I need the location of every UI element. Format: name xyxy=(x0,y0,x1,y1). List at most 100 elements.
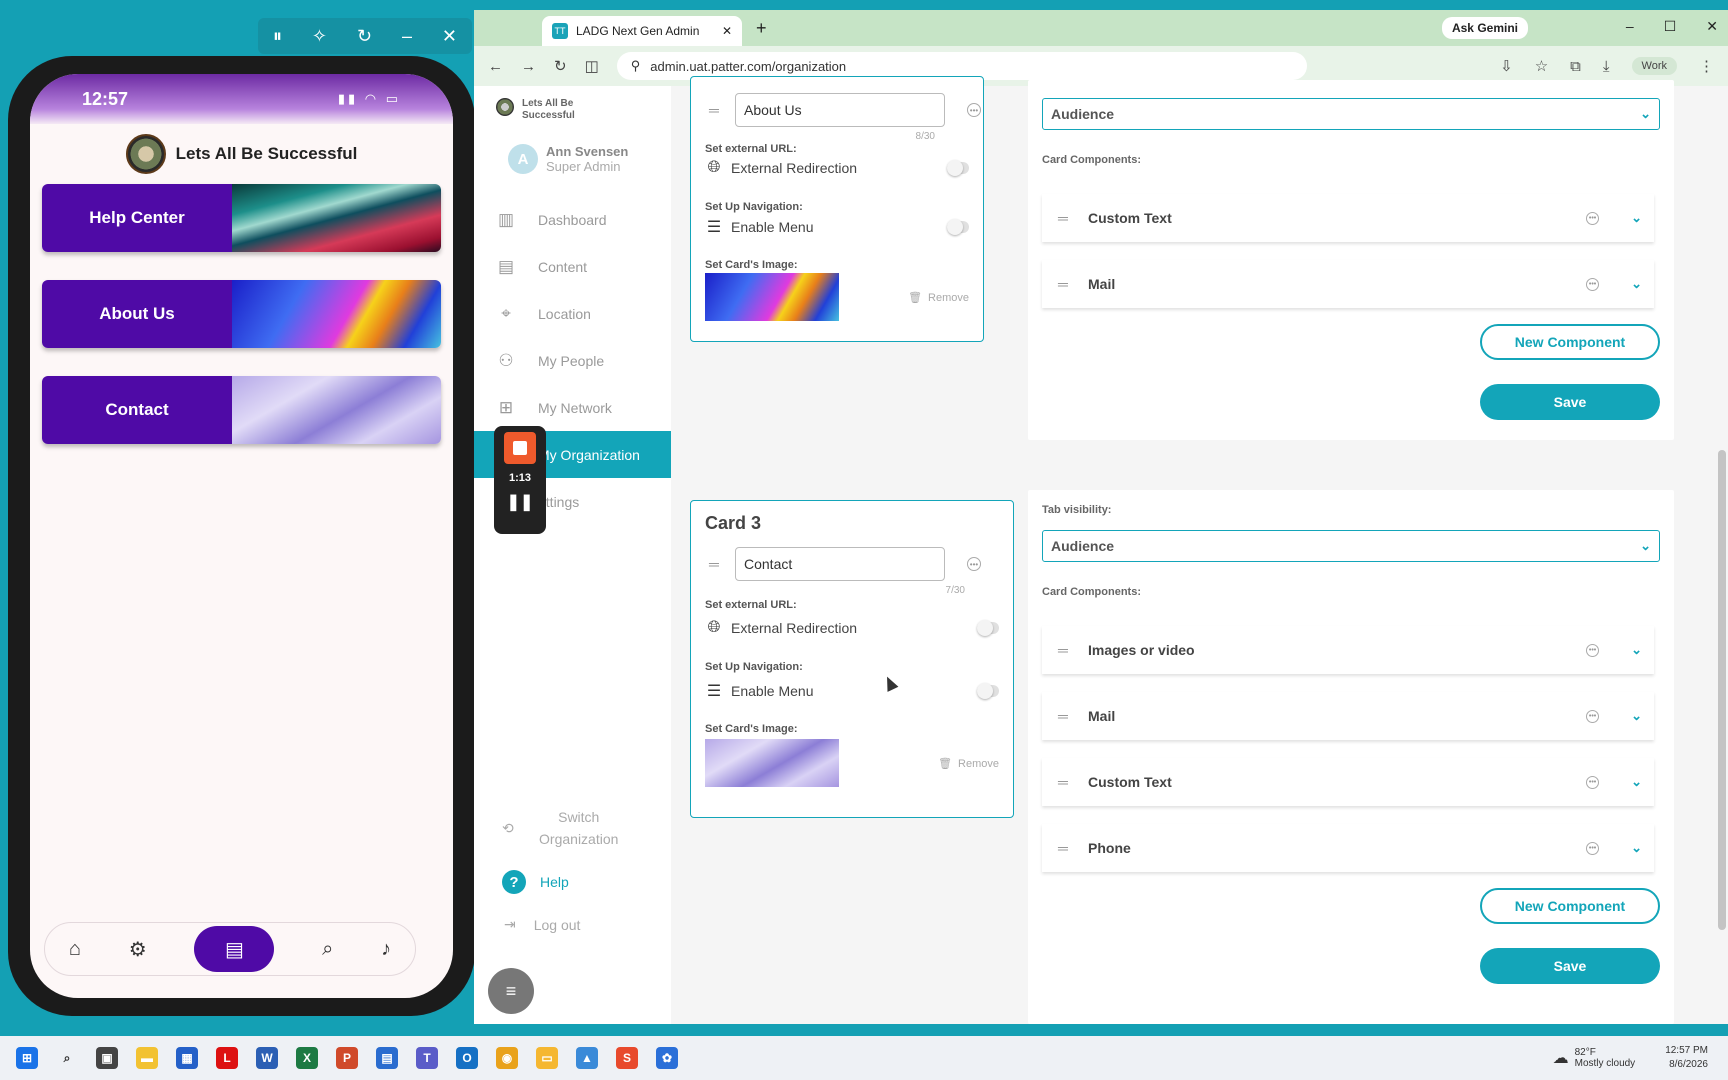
more-options-icon[interactable]: ••• xyxy=(967,103,981,117)
split-view-icon[interactable]: ◫ xyxy=(585,57,599,75)
weather-widget[interactable]: ☁ 82°F Mostly cloudy xyxy=(1553,1047,1636,1069)
drag-handle-icon[interactable]: ═ xyxy=(1054,840,1072,856)
browser-tab[interactable]: TT LADG Next Gen Admin ✕ xyxy=(542,16,742,46)
settings-icon[interactable]: ⚙ xyxy=(129,937,147,962)
home-icon[interactable]: ⌂ xyxy=(69,938,81,961)
save-button[interactable]: Save xyxy=(1480,384,1660,420)
card-name-input[interactable] xyxy=(735,547,945,581)
remove-image-button[interactable]: 🗑︎ Remove xyxy=(938,757,999,771)
install-icon[interactable]: ⇩ xyxy=(1500,57,1513,75)
component-row[interactable]: ═ Custom Text ••• ⌄ xyxy=(1042,194,1654,242)
sidebar-item-content[interactable]: ▤ Content xyxy=(474,243,671,290)
reload-icon[interactable]: ↻ xyxy=(554,57,567,75)
more-options-icon[interactable]: ••• xyxy=(1586,709,1600,723)
new-tab-button[interactable]: + xyxy=(756,18,767,39)
collapse-sidebar-button[interactable]: ≡ xyxy=(488,968,534,1014)
extensions-icon[interactable]: ⧉ xyxy=(1570,58,1581,75)
more-options-icon[interactable]: ••• xyxy=(1586,643,1600,657)
remove-image-button[interactable]: 🗑︎ Remove xyxy=(908,291,969,305)
drag-handle-icon[interactable]: ═ xyxy=(705,102,723,118)
audience-dropdown[interactable]: Audience ⌄ xyxy=(1042,530,1660,562)
app-icon[interactable]: ▲ xyxy=(576,1047,598,1069)
store-icon[interactable]: ▦ xyxy=(176,1047,198,1069)
menu-icon[interactable]: ⋮ xyxy=(1699,57,1714,75)
component-row[interactable]: ═ Phone ••• ⌄ xyxy=(1042,824,1654,872)
tab-close-icon[interactable]: ✕ xyxy=(722,24,732,38)
logout-link[interactable]: ⇥ Log out xyxy=(504,916,580,933)
drag-handle-icon[interactable]: ═ xyxy=(1054,642,1072,658)
stop-recording-button[interactable] xyxy=(504,432,536,464)
task-view-icon[interactable]: ▣ xyxy=(96,1047,118,1069)
back-icon[interactable]: ← xyxy=(488,58,503,75)
enable-menu-toggle[interactable] xyxy=(947,219,969,235)
rotate-icon[interactable]: ↻ xyxy=(357,26,372,47)
chevron-down-icon[interactable]: ⌄ xyxy=(1631,708,1642,724)
save-button[interactable]: Save xyxy=(1480,948,1660,984)
drag-handle-icon[interactable]: ═ xyxy=(1054,708,1072,724)
search-icon[interactable]: ⌕ xyxy=(56,1047,78,1069)
chevron-down-icon[interactable]: ⌄ xyxy=(1631,276,1642,292)
outlook-icon[interactable]: O xyxy=(456,1047,478,1069)
book-icon[interactable]: ▤ xyxy=(194,926,275,972)
app-icon[interactable]: ▤ xyxy=(376,1047,398,1069)
chevron-down-icon[interactable]: ⌄ xyxy=(1631,840,1642,856)
app-l-icon[interactable]: L xyxy=(216,1047,238,1069)
profile-button[interactable]: Work xyxy=(1631,57,1677,75)
card-image-thumbnail[interactable] xyxy=(705,739,839,787)
app-icon[interactable]: ✿ xyxy=(656,1047,678,1069)
drag-handle-icon[interactable]: ═ xyxy=(1054,774,1072,790)
drag-handle-icon[interactable]: ═ xyxy=(1054,276,1072,292)
more-options-icon[interactable]: ••• xyxy=(1586,277,1600,291)
phone-card-help-center[interactable]: Help Center xyxy=(42,184,441,252)
more-options-icon[interactable]: ••• xyxy=(967,557,981,571)
switch-organization-button[interactable]: ⟲ Switch Organization xyxy=(502,806,624,850)
ask-gemini-button[interactable]: Ask Gemini xyxy=(1441,17,1528,39)
powerpoint-icon[interactable]: P xyxy=(336,1047,358,1069)
drag-handle-icon[interactable]: ═ xyxy=(705,556,723,572)
forward-icon[interactable]: → xyxy=(521,58,536,75)
close-icon[interactable]: ✕ xyxy=(442,26,457,47)
close-icon[interactable]: ✕ xyxy=(1706,18,1718,35)
card-image-thumbnail[interactable] xyxy=(705,273,839,321)
minimize-icon[interactable]: – xyxy=(402,26,412,47)
audience-dropdown[interactable]: Audience ⌄ xyxy=(1042,98,1660,130)
start-icon[interactable]: ⊞ xyxy=(16,1047,38,1069)
download-icon[interactable]: ⤓ xyxy=(1603,58,1610,75)
more-options-icon[interactable]: ••• xyxy=(1586,841,1600,855)
new-component-button[interactable]: New Component xyxy=(1480,324,1660,360)
card-name-input[interactable] xyxy=(735,93,945,127)
file-explorer-icon[interactable]: ▬ xyxy=(136,1047,158,1069)
sidebar-item-location[interactable]: ⌖ Location xyxy=(474,290,671,337)
component-row[interactable]: ═ Mail ••• ⌄ xyxy=(1042,260,1654,308)
external-redirection-toggle[interactable] xyxy=(977,620,999,636)
excel-icon[interactable]: X xyxy=(296,1047,318,1069)
scrollbar-thumb[interactable] xyxy=(1718,450,1726,930)
pin-icon[interactable]: ✧ xyxy=(312,26,327,47)
sidebar-item-my-network[interactable]: ⊞ My Network xyxy=(474,384,671,431)
more-options-icon[interactable]: ••• xyxy=(1586,775,1600,789)
component-row[interactable]: ═ Mail ••• ⌄ xyxy=(1042,692,1654,740)
chrome-icon[interactable]: ◉ xyxy=(496,1047,518,1069)
bell-icon[interactable]: ♪ xyxy=(381,938,391,961)
chevron-down-icon[interactable]: ⌄ xyxy=(1631,642,1642,658)
search-icon[interactable]: ⌕ xyxy=(322,938,333,961)
sidebar-item-dashboard[interactable]: ▥ Dashboard xyxy=(474,196,671,243)
external-redirection-toggle[interactable] xyxy=(947,160,969,176)
user-profile[interactable]: A Ann Svensen Super Admin xyxy=(508,144,628,174)
site-info-icon[interactable]: ⚲ xyxy=(631,58,641,74)
app-icon[interactable]: S xyxy=(616,1047,638,1069)
folder-icon[interactable]: ▭ xyxy=(536,1047,558,1069)
sidebar-item-my-people[interactable]: ⚇ My People xyxy=(474,337,671,384)
drag-handle-icon[interactable]: ═ xyxy=(1054,210,1072,226)
clock[interactable]: 12:57 PM 8/6/2026 xyxy=(1665,1044,1708,1072)
teams-icon[interactable]: T xyxy=(416,1047,438,1069)
component-row[interactable]: ═ Custom Text ••• ⌄ xyxy=(1042,758,1654,806)
help-link[interactable]: ? Help xyxy=(502,870,569,894)
phone-card-contact[interactable]: Contact xyxy=(42,376,441,444)
maximize-icon[interactable]: ☐ xyxy=(1664,18,1677,35)
minimize-icon[interactable]: – xyxy=(1626,18,1634,35)
phone-card-about-us[interactable]: About Us xyxy=(42,280,441,348)
component-row[interactable]: ═ Images or video ••• ⌄ xyxy=(1042,626,1654,674)
chevron-down-icon[interactable]: ⌄ xyxy=(1631,210,1642,226)
bookmark-star-icon[interactable]: ☆ xyxy=(1535,57,1548,75)
